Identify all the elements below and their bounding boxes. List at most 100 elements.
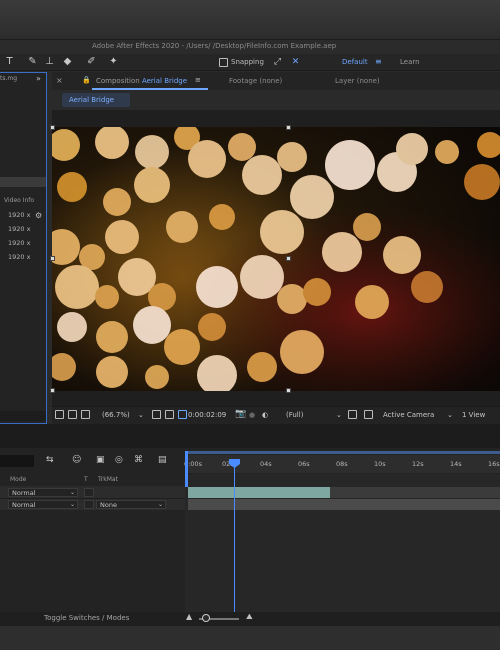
lock-icon[interactable]: 🔒 bbox=[82, 76, 91, 84]
viewer-tab-strip: × 🔒 Composition Aerial Bridge ≡ Footage … bbox=[52, 72, 500, 90]
ruler-tick-label: 12s bbox=[412, 460, 424, 468]
frame-blending-icon[interactable]: ▣ bbox=[96, 455, 105, 465]
screen-bezel-bottom bbox=[0, 626, 500, 650]
camera-dropdown[interactable]: Active Camera bbox=[383, 411, 434, 419]
comp-flowchart-icon[interactable]: ▤ bbox=[158, 455, 167, 465]
transform-handle[interactable] bbox=[50, 125, 55, 130]
chevron-down-icon[interactable]: ⌄ bbox=[336, 411, 342, 419]
magnification-dropdown[interactable]: (66.7%) bbox=[102, 411, 130, 419]
active-tab-indicator bbox=[92, 88, 208, 90]
workspace-default-tab[interactable]: Default bbox=[342, 58, 368, 66]
chevron-down-icon: ⌄ bbox=[69, 489, 75, 496]
track-matte-dropdown[interactable]: None ⌄ bbox=[96, 500, 166, 509]
layer-row[interactable]: Normal ⌄ bbox=[0, 487, 185, 499]
snap-features-icon[interactable]: ✕ bbox=[290, 56, 301, 68]
always-preview-icon[interactable] bbox=[55, 410, 64, 419]
composition-breadcrumb[interactable]: Aerial Bridge bbox=[62, 93, 130, 107]
composition-tab-name: Aerial Bridge bbox=[141, 77, 188, 85]
ruler-tick-label: 10s bbox=[374, 460, 386, 468]
shy-layers-icon[interactable]: ☺ bbox=[72, 455, 81, 465]
transform-handle[interactable] bbox=[50, 388, 55, 393]
layer-list-empty-area bbox=[0, 510, 185, 614]
preserve-transparency-checkbox[interactable] bbox=[84, 500, 94, 509]
zoom-slider-knob[interactable] bbox=[202, 614, 210, 622]
panel-divider bbox=[0, 424, 500, 448]
project-panel: ts.mg » Video Info 1920 x ⚙ 1920 x 1920 … bbox=[0, 72, 47, 424]
project-item-row[interactable]: 1920 x bbox=[8, 211, 30, 219]
layer-mode-dropdown[interactable]: Normal ⌄ bbox=[8, 488, 78, 497]
tab-composition[interactable]: Composition Aerial Bridge bbox=[96, 77, 187, 85]
window-title: Adobe After Effects 2020 - /Users/ /Desk… bbox=[92, 42, 337, 50]
project-item-row[interactable]: 1920 x bbox=[8, 253, 30, 261]
region-of-interest-icon[interactable] bbox=[348, 410, 357, 419]
mode-column-header[interactable]: Mode bbox=[10, 476, 26, 483]
roto-brush-icon[interactable]: ✐ bbox=[86, 56, 97, 68]
layer-mode-dropdown[interactable]: Normal ⌄ bbox=[8, 500, 78, 509]
show-snapshot-icon[interactable]: ● bbox=[249, 411, 255, 419]
project-item-row[interactable]: 1920 x bbox=[8, 239, 30, 247]
type-tool-icon[interactable]: T bbox=[4, 56, 15, 68]
trkmat-column-header[interactable]: TrkMat bbox=[98, 476, 118, 483]
close-tab-icon[interactable]: × bbox=[56, 76, 63, 85]
vr-glasses-icon[interactable] bbox=[81, 410, 90, 419]
work-area-start-marker[interactable] bbox=[185, 451, 188, 487]
viewer-controls-bar: (66.7%) ⌄ 0:00:02:09 📷 ● ◐ (Full) ⌄ Acti… bbox=[52, 406, 500, 424]
resolution-dropdown[interactable]: (Full) bbox=[286, 411, 303, 419]
work-area-bar[interactable] bbox=[186, 451, 500, 454]
toggle-switches-modes-button[interactable]: Toggle Switches / Modes bbox=[44, 614, 129, 622]
project-item-row[interactable]: 1920 x bbox=[8, 225, 30, 233]
screen-bezel-top bbox=[0, 0, 500, 40]
transform-handle[interactable] bbox=[286, 125, 291, 130]
color-channel-icon[interactable]: ◐ bbox=[262, 411, 268, 419]
track-matte-value: None bbox=[100, 501, 117, 509]
hierarchy-icon: ⚙ bbox=[35, 211, 43, 220]
preserve-transparency-checkbox[interactable] bbox=[84, 488, 94, 497]
tab-footage[interactable]: Footage (none) bbox=[229, 77, 282, 85]
bokeh-lights-image bbox=[52, 127, 500, 391]
chevron-down-icon[interactable]: ⌄ bbox=[447, 411, 453, 419]
transform-handle[interactable] bbox=[50, 256, 55, 261]
project-panel-footer bbox=[0, 411, 46, 421]
layer-duration-bar[interactable] bbox=[188, 487, 330, 498]
ruler-tick-label: 06s bbox=[298, 460, 310, 468]
clone-stamp-icon[interactable]: ⊥ bbox=[44, 56, 55, 68]
view-layout-dropdown[interactable]: 1 View bbox=[462, 411, 485, 419]
transparency-grid-icon[interactable] bbox=[178, 410, 187, 419]
motion-blur-icon[interactable]: ◎ bbox=[115, 455, 123, 465]
grid-guides-icon[interactable] bbox=[152, 410, 161, 419]
zoom-out-icon[interactable]: ▲ bbox=[186, 612, 192, 621]
puppet-pin-icon[interactable]: ✦ bbox=[108, 56, 119, 68]
chevron-down-icon[interactable]: ⌄ bbox=[138, 411, 144, 419]
tab-layer[interactable]: Layer (none) bbox=[335, 77, 380, 85]
snapshot-icon[interactable]: 📷 bbox=[235, 409, 246, 419]
transparency-toggle-icon[interactable] bbox=[364, 410, 373, 419]
t-column-header[interactable]: T bbox=[84, 476, 88, 483]
panel-overflow-icon[interactable]: » bbox=[36, 74, 41, 83]
project-panel-tab[interactable]: ts.mg bbox=[0, 75, 17, 82]
snapping-checkbox[interactable] bbox=[219, 58, 228, 67]
tab-menu-icon[interactable]: ≡ bbox=[195, 76, 201, 84]
title-bar: Adobe After Effects 2020 - /Users/ /Desk… bbox=[0, 40, 500, 54]
workspace-menu-icon[interactable]: ≡ bbox=[375, 57, 382, 66]
timeline-search-input[interactable] bbox=[0, 455, 34, 467]
channel-icon[interactable] bbox=[165, 410, 174, 419]
project-search-bar[interactable] bbox=[0, 177, 46, 187]
composition-frame[interactable] bbox=[52, 127, 500, 391]
current-time-display[interactable]: 0:00:02:09 bbox=[188, 411, 226, 419]
draft-3d-icon[interactable]: ⇆ bbox=[46, 455, 54, 465]
ruler-tick-label: 08s bbox=[336, 460, 348, 468]
transform-handle[interactable] bbox=[286, 256, 291, 261]
chevron-down-icon: ⌄ bbox=[157, 501, 163, 508]
zoom-in-icon[interactable]: ⛰ bbox=[246, 612, 253, 622]
snap-edges-icon[interactable]: ⤢ bbox=[272, 56, 283, 68]
graph-editor-icon[interactable]: ⌘ bbox=[134, 455, 143, 465]
brush-tool-icon[interactable]: ✎ bbox=[27, 56, 38, 68]
eraser-tool-icon[interactable]: ◆ bbox=[62, 56, 73, 68]
mask-visibility-icon[interactable] bbox=[68, 410, 77, 419]
playhead-line[interactable] bbox=[234, 462, 235, 612]
workspace-learn-tab[interactable]: Learn bbox=[400, 58, 420, 66]
tools-toolbar: T ✎ ⊥ ◆ ✐ ✦ Snapping ⤢ ✕ Default ≡ Learn bbox=[0, 54, 500, 71]
transform-handle[interactable] bbox=[286, 388, 291, 393]
chevron-down-icon: ⌄ bbox=[69, 501, 75, 508]
ruler-tick-label: 14s bbox=[450, 460, 462, 468]
